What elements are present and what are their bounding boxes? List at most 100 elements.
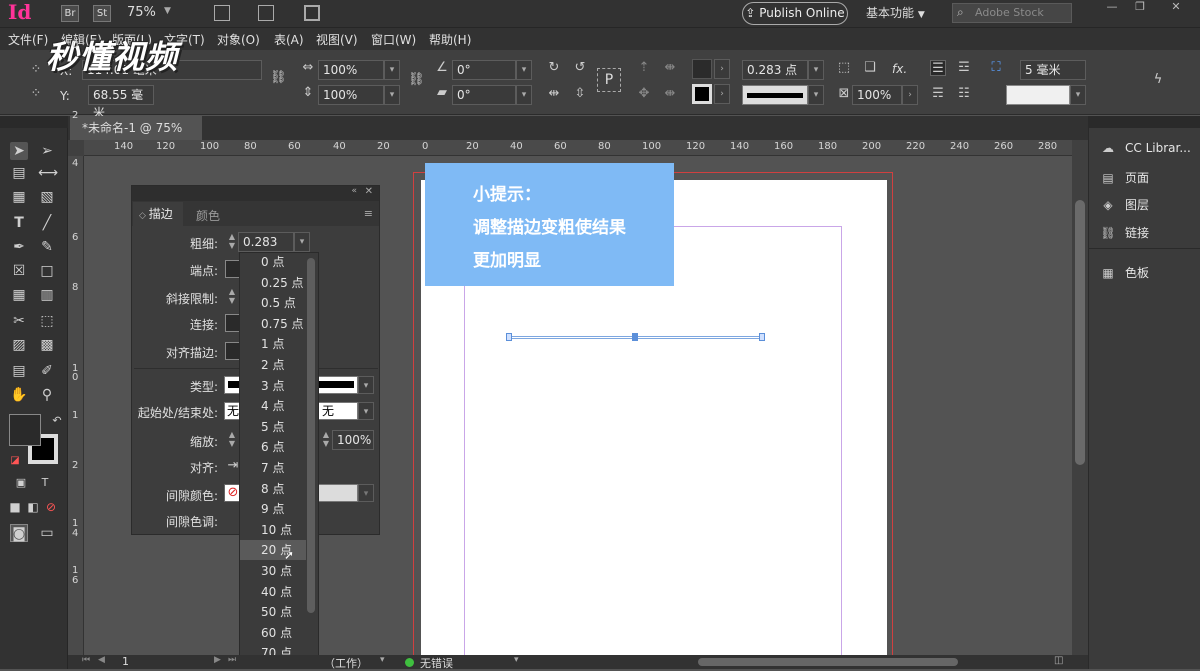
eyedropper-tool-icon[interactable]: ✐ bbox=[38, 362, 56, 380]
weight-option[interactable]: 3 点 bbox=[240, 376, 306, 396]
constrain-link-icon[interactable]: ⛓ bbox=[270, 70, 287, 86]
line-handle-start[interactable] bbox=[506, 333, 512, 341]
table-tool-icon[interactable]: ▦ bbox=[10, 286, 28, 304]
view-options-icon[interactable] bbox=[214, 5, 230, 21]
object-style-field[interactable] bbox=[1006, 85, 1070, 105]
opacity-dropdown[interactable]: › bbox=[902, 85, 918, 105]
stock-button[interactable]: St bbox=[93, 5, 111, 22]
workspace-switcher[interactable]: 基本功能 ▼ bbox=[866, 4, 925, 21]
zoom-tool-icon[interactable]: ⚲ bbox=[38, 386, 56, 404]
effects-button[interactable]: fx. bbox=[892, 62, 907, 76]
weight-option[interactable]: 8 点 bbox=[240, 479, 306, 499]
weight-dropdown[interactable]: ▾ bbox=[294, 232, 310, 252]
selection-tool-icon[interactable]: ➤ bbox=[10, 142, 28, 160]
object-style-dropdown[interactable]: ▾ bbox=[1070, 85, 1086, 105]
gradient-swatch-tool-icon[interactable]: ▨ bbox=[10, 336, 28, 354]
rectangle-frame-tool-icon[interactable]: ☒ bbox=[10, 262, 28, 280]
weight-option[interactable]: 0.5 点 bbox=[240, 293, 306, 313]
apply-gradient-icon[interactable]: ◧ bbox=[24, 498, 42, 516]
apply-none-icon[interactable]: ⊘ bbox=[42, 498, 60, 516]
text-wrap-none-icon[interactable]: ☰ bbox=[930, 60, 946, 76]
weight-option[interactable]: 7 点 bbox=[240, 458, 306, 478]
content-placer-icon[interactable]: ▧ bbox=[38, 188, 56, 206]
type-tool-icon[interactable]: T bbox=[10, 214, 28, 232]
align-top-icon[interactable]: ⇡ bbox=[636, 60, 652, 76]
weight-field[interactable]: 0.283 点 bbox=[238, 232, 294, 267]
default-colors-icon[interactable]: ◪ bbox=[6, 452, 24, 470]
flip-vertical-icon[interactable]: ⇳ bbox=[572, 86, 588, 102]
gap-color-dropdown[interactable]: ▾ bbox=[358, 484, 374, 502]
distribute-icon[interactable]: ⇼ bbox=[662, 60, 678, 76]
screen-mode-icon[interactable] bbox=[258, 5, 274, 21]
pencil-tool-icon[interactable]: ✎ bbox=[38, 238, 56, 256]
bridge-button[interactable]: Br bbox=[61, 5, 79, 22]
panel-links[interactable]: ⛓ 链接 bbox=[1099, 224, 1149, 241]
stroke-type-field[interactable] bbox=[742, 85, 808, 105]
preflight-chevron-icon[interactable]: ▾ bbox=[514, 655, 519, 665]
scale-end-field[interactable]: 100% bbox=[332, 430, 374, 450]
weight-option[interactable]: 10 点 bbox=[240, 520, 306, 540]
fill-swatch[interactable] bbox=[692, 59, 712, 79]
weight-option[interactable]: 0.75 点 bbox=[240, 314, 306, 334]
panel-menu-icon[interactable]: ≡ bbox=[364, 207, 373, 220]
note-tool-icon[interactable]: ▤ bbox=[10, 362, 28, 380]
direct-selection-tool-icon[interactable]: ➢ bbox=[38, 142, 56, 160]
menu-window[interactable]: 窗口(W) bbox=[371, 31, 416, 48]
last-page-icon[interactable]: ⏭ bbox=[228, 655, 236, 665]
panel-layers[interactable]: ◈ 图层 bbox=[1099, 196, 1149, 213]
end-arrow-select[interactable]: 无 bbox=[318, 402, 358, 420]
split-view-icon[interactable]: ◫ bbox=[1054, 655, 1063, 666]
restore-icon[interactable]: ❐ bbox=[1128, 0, 1152, 14]
stroke-weight-dropdown[interactable]: ▾ bbox=[808, 60, 824, 80]
arrange-documents-icon[interactable] bbox=[304, 5, 320, 21]
miter-spinner[interactable]: ▲ ▼ bbox=[226, 287, 238, 307]
weight-option[interactable]: 4 点 bbox=[240, 396, 306, 416]
horizontal-ruler[interactable]: 140 120 100 80 60 40 20 0 20 40 60 80 100 120 140 160 18… bbox=[84, 140, 1072, 156]
swap-colors-icon[interactable]: ↶ bbox=[48, 412, 66, 430]
menu-file[interactable]: 文件(F) bbox=[8, 31, 48, 48]
stroke-dropdown[interactable]: › bbox=[714, 84, 730, 104]
menu-object[interactable]: 对象(O) bbox=[217, 31, 260, 48]
grid-tool-icon[interactable]: ▥ bbox=[38, 286, 56, 304]
offset-field[interactable]: 5 毫米 bbox=[1020, 60, 1086, 80]
panel-pages[interactable]: ▤ 页面 bbox=[1099, 169, 1149, 186]
apply-color-icon[interactable]: ■ bbox=[6, 498, 24, 516]
scale-x-field[interactable]: 100% bbox=[318, 60, 384, 80]
stroke-swatch[interactable] bbox=[692, 84, 712, 104]
menu-table[interactable]: 表(A) bbox=[274, 31, 304, 48]
gap-tool-icon[interactable]: ⟷ bbox=[38, 164, 58, 182]
ruler-origin[interactable] bbox=[68, 140, 84, 156]
pen-tool-icon[interactable]: ✒ bbox=[10, 238, 28, 256]
auto-fit-icon[interactable]: ⛶ bbox=[988, 60, 1004, 76]
free-transform-tool-icon[interactable]: ⬚ bbox=[38, 312, 56, 330]
align-center-icon[interactable]: ✥ bbox=[636, 86, 652, 102]
gradient-feather-tool-icon[interactable]: ▩ bbox=[38, 336, 56, 354]
end-arrow-dropdown[interactable]: ▾ bbox=[358, 402, 374, 420]
rotate-cw-icon[interactable]: ↻ bbox=[546, 60, 562, 76]
scale-x-dropdown[interactable]: ▾ bbox=[384, 60, 400, 80]
panel-cc-libraries[interactable]: ☁ CC Librar... bbox=[1099, 141, 1191, 155]
opacity-field[interactable]: 100% bbox=[852, 85, 902, 105]
fill-dropdown[interactable]: › bbox=[714, 59, 730, 79]
weight-option[interactable]: 40 点 bbox=[240, 582, 306, 602]
weight-option[interactable]: 2 点 bbox=[240, 355, 306, 375]
lightning-icon[interactable]: ϟ bbox=[1150, 72, 1166, 88]
content-collector-icon[interactable]: ▦ bbox=[10, 188, 28, 206]
hand-tool-icon[interactable]: ✋ bbox=[10, 386, 28, 404]
reference-point-icon[interactable]: ⁘ bbox=[28, 62, 44, 78]
flip-horizontal-icon[interactable]: ⇹ bbox=[546, 86, 562, 102]
line-tool-icon[interactable]: ╱ bbox=[38, 214, 56, 232]
weight-option[interactable]: 30 点 bbox=[240, 561, 306, 581]
weight-option[interactable]: 9 点 bbox=[240, 499, 306, 519]
page-tool-icon[interactable]: ▤ bbox=[10, 164, 28, 182]
fill-color-icon[interactable] bbox=[9, 414, 41, 446]
line-handle-center[interactable] bbox=[632, 333, 638, 341]
shear-dropdown[interactable]: ▾ bbox=[516, 85, 532, 105]
weight-spinner[interactable]: ▲ ▼ bbox=[226, 232, 238, 252]
shear-field[interactable]: 0° bbox=[452, 85, 516, 105]
workspace-chevron-icon[interactable]: ▾ bbox=[380, 655, 385, 665]
weight-option[interactable]: 60 点 bbox=[240, 623, 306, 643]
scale-end-spinner[interactable]: ▲ ▼ bbox=[320, 430, 332, 450]
prev-page-icon[interactable]: ◀ bbox=[98, 655, 105, 665]
gap-color-select[interactable] bbox=[318, 484, 358, 502]
